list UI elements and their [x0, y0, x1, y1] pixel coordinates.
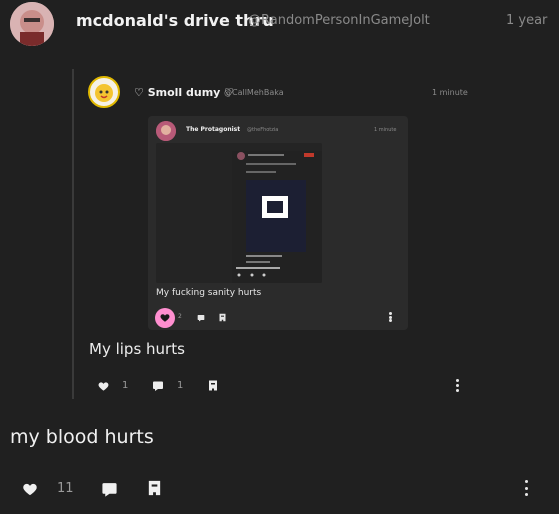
- nested-author-avatar[interactable]: [156, 121, 176, 141]
- quoted-post-body: My lips hurts: [89, 340, 185, 358]
- gamejolt-share-icon: [219, 313, 225, 321]
- quoted-comment-count: 1: [177, 380, 184, 391]
- post-body: my blood hurts: [10, 426, 154, 448]
- quote-thread-line: [72, 69, 74, 399]
- like-button[interactable]: [20, 479, 40, 499]
- comment-icon: [101, 482, 117, 497]
- gamejolt-share-icon: [209, 380, 217, 390]
- quoted-like-count: 1: [122, 380, 129, 391]
- author-name[interactable]: mcdonald's drive thru: [76, 11, 274, 30]
- comment-icon: [197, 315, 205, 322]
- nested-like-count: 2: [178, 313, 182, 320]
- quoted-comment-button[interactable]: [151, 379, 165, 393]
- quoted-share-button[interactable]: [206, 378, 220, 392]
- quoted-author-avatar[interactable]: [88, 76, 120, 108]
- nested-author-name[interactable]: The Protagonist: [186, 126, 240, 133]
- comment-icon: [153, 381, 163, 391]
- heart-icon: [23, 483, 37, 495]
- nested-author-handle[interactable]: @theFhotzia: [247, 127, 278, 133]
- quoted-author-name[interactable]: ♡ Smoll dumy ♡: [134, 86, 234, 99]
- nested-comment-button[interactable]: [196, 313, 206, 323]
- embedded-screenshot-image[interactable]: [156, 143, 322, 283]
- gamejolt-share-icon: [148, 480, 160, 496]
- nested-post-time[interactable]: 1 minute: [374, 127, 396, 133]
- author-handle[interactable]: @RandomPersonInGameJolt: [248, 13, 430, 28]
- more-options-button[interactable]: [524, 480, 528, 496]
- like-count: 11: [57, 481, 74, 496]
- quoted-more-options-button[interactable]: [455, 379, 459, 392]
- comment-button[interactable]: [99, 479, 119, 499]
- heart-icon: [160, 314, 170, 322]
- share-button[interactable]: [144, 478, 164, 498]
- author-avatar[interactable]: [10, 2, 54, 46]
- quoted-post-time[interactable]: 1 minute: [432, 88, 468, 97]
- nested-share-button[interactable]: [217, 312, 227, 322]
- nested-like-button[interactable]: [155, 308, 175, 328]
- quoted-like-button[interactable]: [96, 379, 110, 393]
- nested-more-options-button[interactable]: [389, 312, 392, 322]
- quoted-author-handle[interactable]: @CallMehBaka: [224, 88, 284, 97]
- heart-icon: [98, 381, 108, 391]
- nested-post-body: My fucking sanity hurts: [156, 288, 262, 298]
- post-time[interactable]: 1 year: [506, 13, 547, 28]
